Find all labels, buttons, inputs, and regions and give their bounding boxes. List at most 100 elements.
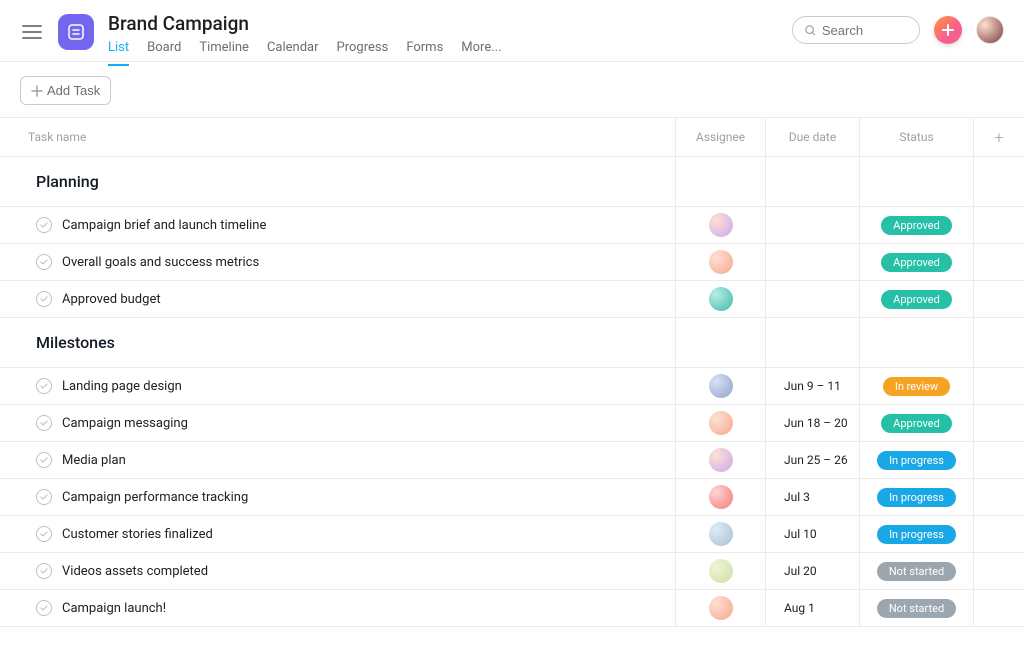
task-name: Overall goals and success metrics bbox=[62, 255, 259, 270]
due-date-text: Jul 20 bbox=[766, 564, 817, 578]
complete-checkbox[interactable] bbox=[36, 291, 52, 307]
global-add-button[interactable] bbox=[934, 16, 962, 44]
status-badge: In progress bbox=[877, 451, 956, 470]
assignee-cell[interactable] bbox=[676, 590, 766, 626]
task-name: Campaign brief and launch timeline bbox=[62, 218, 266, 233]
page-title: Brand Campaign bbox=[108, 12, 792, 36]
status-cell[interactable]: Not started bbox=[860, 553, 974, 589]
column-assignee[interactable]: Assignee bbox=[676, 118, 766, 156]
status-cell[interactable]: Approved bbox=[860, 244, 974, 280]
section-header[interactable]: Planning bbox=[0, 157, 1024, 207]
task-row[interactable]: Landing page design Jun 9 – 11 In review bbox=[0, 368, 1024, 405]
assignee-cell[interactable] bbox=[676, 442, 766, 478]
tab-timeline[interactable]: Timeline bbox=[199, 40, 249, 65]
due-date-cell[interactable]: Aug 1 bbox=[766, 590, 860, 626]
add-task-label: Add Task bbox=[47, 83, 100, 98]
status-badge: In review bbox=[883, 377, 950, 396]
due-date-cell[interactable] bbox=[766, 207, 860, 243]
column-status[interactable]: Status bbox=[860, 118, 974, 156]
task-row[interactable]: Campaign launch! Aug 1 Not started bbox=[0, 590, 1024, 627]
assignee-cell[interactable] bbox=[676, 553, 766, 589]
assignee-cell[interactable] bbox=[676, 281, 766, 317]
assignee-cell[interactable] bbox=[676, 405, 766, 441]
due-date-text: Aug 1 bbox=[766, 601, 815, 615]
status-cell[interactable]: In progress bbox=[860, 516, 974, 552]
complete-checkbox[interactable] bbox=[36, 489, 52, 505]
assignee-avatar bbox=[709, 522, 733, 546]
due-date-cell[interactable]: Jul 10 bbox=[766, 516, 860, 552]
tab-list[interactable]: List bbox=[108, 40, 129, 65]
status-badge: Not started bbox=[877, 562, 956, 581]
task-row[interactable]: Campaign messaging Jun 18 – 20 Approved bbox=[0, 405, 1024, 442]
due-date-cell[interactable] bbox=[766, 281, 860, 317]
task-row[interactable]: Campaign performance trackingJul 3In pro… bbox=[0, 479, 1024, 516]
column-task-name[interactable]: Task name bbox=[0, 118, 676, 156]
section-header[interactable]: Milestones bbox=[0, 318, 1024, 368]
task-name: Campaign launch! bbox=[62, 601, 166, 616]
complete-checkbox[interactable] bbox=[36, 600, 52, 616]
due-date-cell[interactable]: Jun 9 – 11 bbox=[766, 368, 860, 404]
due-date-cell[interactable]: Jul 20 bbox=[766, 553, 860, 589]
task-name: Videos assets completed bbox=[62, 564, 208, 579]
complete-checkbox[interactable] bbox=[36, 217, 52, 233]
status-badge: Approved bbox=[881, 253, 952, 272]
assignee-avatar bbox=[709, 448, 733, 472]
complete-checkbox[interactable] bbox=[36, 452, 52, 468]
search-box[interactable] bbox=[792, 16, 920, 44]
status-cell[interactable]: In progress bbox=[860, 442, 974, 478]
task-row[interactable]: Campaign brief and launch timeline Approv… bbox=[0, 207, 1024, 244]
assignee-avatar bbox=[709, 250, 733, 274]
tab-board[interactable]: Board bbox=[147, 40, 181, 65]
due-date-text: Jul 3 bbox=[766, 490, 810, 504]
assignee-cell[interactable] bbox=[676, 368, 766, 404]
tab-forms[interactable]: Forms bbox=[406, 40, 443, 65]
section-title: Milestones bbox=[36, 333, 115, 352]
complete-checkbox[interactable] bbox=[36, 415, 52, 431]
complete-checkbox[interactable] bbox=[36, 563, 52, 579]
task-name: Customer stories finalized bbox=[62, 527, 213, 542]
due-date-text: Jun 9 – 11 bbox=[766, 379, 841, 393]
assignee-cell[interactable] bbox=[676, 244, 766, 280]
assignee-cell[interactable] bbox=[676, 516, 766, 552]
assignee-cell[interactable] bbox=[676, 479, 766, 515]
assignee-avatar bbox=[709, 374, 733, 398]
due-date-cell[interactable]: Jun 18 – 20 bbox=[766, 405, 860, 441]
tab-calendar[interactable]: Calendar bbox=[267, 40, 319, 65]
assignee-cell[interactable] bbox=[676, 207, 766, 243]
status-badge: In progress bbox=[877, 525, 956, 544]
task-name: Approved budget bbox=[62, 292, 161, 307]
task-name: Campaign messaging bbox=[62, 416, 188, 431]
due-date-cell[interactable] bbox=[766, 244, 860, 280]
task-name: Landing page design bbox=[62, 379, 182, 394]
toolbar: Add Task bbox=[0, 62, 1024, 117]
status-cell[interactable]: Approved bbox=[860, 281, 974, 317]
columns-header: Task name Assignee Due date Status + bbox=[0, 117, 1024, 157]
complete-checkbox[interactable] bbox=[36, 378, 52, 394]
status-cell[interactable]: In progress bbox=[860, 479, 974, 515]
header: Brand Campaign List Board Timeline Calendar… bbox=[0, 0, 1024, 62]
status-cell[interactable]: Approved bbox=[860, 405, 974, 441]
tab-progress[interactable]: Progress bbox=[337, 40, 389, 65]
task-row[interactable]: Approved budget Approved bbox=[0, 281, 1024, 318]
status-badge: Not started bbox=[877, 599, 956, 618]
add-column-button[interactable]: + bbox=[974, 118, 1024, 156]
task-row[interactable]: Media plan Jun 25 – 26 In progress bbox=[0, 442, 1024, 479]
task-row[interactable]: Overall goals and success metrics Approve… bbox=[0, 244, 1024, 281]
complete-checkbox[interactable] bbox=[36, 254, 52, 270]
status-cell[interactable]: In review bbox=[860, 368, 974, 404]
task-row[interactable]: Videos assets completed Jul 20 Not started bbox=[0, 553, 1024, 590]
status-cell[interactable]: Approved bbox=[860, 207, 974, 243]
add-task-button[interactable]: Add Task bbox=[20, 76, 111, 105]
status-cell[interactable]: Not started bbox=[860, 590, 974, 626]
due-date-cell[interactable]: Jul 3 bbox=[766, 479, 860, 515]
tab-more-[interactable]: More... bbox=[461, 40, 501, 65]
user-avatar[interactable] bbox=[976, 16, 1004, 44]
search-input[interactable] bbox=[822, 23, 907, 38]
due-date-text: Jun 18 – 20 bbox=[766, 416, 848, 430]
complete-checkbox[interactable] bbox=[36, 526, 52, 542]
task-name: Media plan bbox=[62, 453, 126, 468]
menu-icon[interactable] bbox=[20, 20, 44, 44]
column-due-date[interactable]: Due date bbox=[766, 118, 860, 156]
task-row[interactable]: Customer stories finalized Jul 10 In progr… bbox=[0, 516, 1024, 553]
due-date-cell[interactable]: Jun 25 – 26 bbox=[766, 442, 860, 478]
